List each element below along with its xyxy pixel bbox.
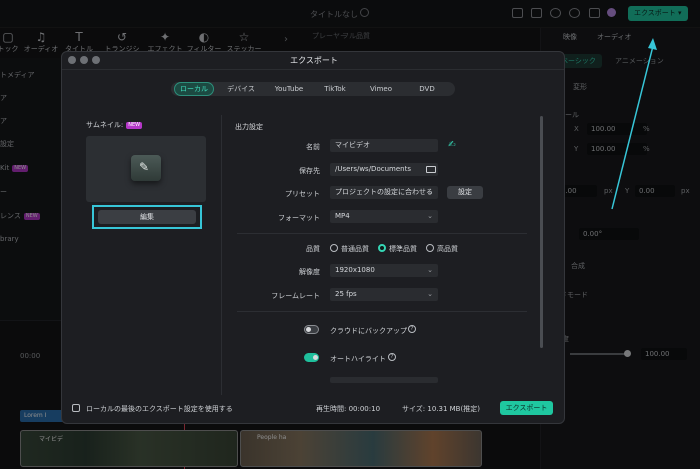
help-icon[interactable]: ? xyxy=(408,325,416,333)
tab-youtube[interactable]: YouTube xyxy=(267,82,311,96)
quality-label: 品質 xyxy=(306,245,320,253)
preset-select[interactable]: プロジェクトの設定に合わせる ⌄ xyxy=(330,186,438,199)
pencil-icon: ✎ xyxy=(139,160,150,174)
cloud-backup-label: クラウドにバックアップ xyxy=(330,327,407,335)
use-last-settings-label[interactable]: ローカルの最後のエクスポート設定を使用する xyxy=(86,404,233,414)
framerate-select[interactable]: 25 fps ⌄ xyxy=(330,288,438,301)
preset-label: プリセット xyxy=(285,190,320,198)
thumbnail-label: サムネイル: NEW xyxy=(86,121,143,129)
name-label: 名前 xyxy=(306,143,320,151)
new-badge: NEW xyxy=(126,121,143,129)
export-destination-tabs: ローカル デバイス YouTube TikTok Vimeo DVD xyxy=(171,82,455,96)
cloud-backup-toggle[interactable] xyxy=(304,325,319,334)
close-icon[interactable] xyxy=(68,56,76,64)
export-button[interactable]: エクスポート xyxy=(500,401,553,415)
name-input[interactable]: マイビデオ xyxy=(330,139,438,152)
folder-icon[interactable] xyxy=(426,166,436,173)
save-location-label: 保存先 xyxy=(299,167,320,175)
minimize-icon[interactable] xyxy=(80,56,88,64)
format-select[interactable]: MP4 ⌄ xyxy=(330,210,438,223)
tab-dvd[interactable]: DVD xyxy=(407,82,447,96)
ai-rename-icon[interactable]: ✍ xyxy=(448,140,456,150)
quality-high-label[interactable]: 高品質 xyxy=(437,244,458,254)
edit-thumbnail-icon: ✎ xyxy=(131,155,161,181)
column-divider xyxy=(221,115,222,395)
settings-scrollbar[interactable] xyxy=(540,116,543,348)
quality-standard-label[interactable]: 標準品質 xyxy=(389,244,417,254)
tab-local[interactable]: ローカル xyxy=(174,82,214,96)
output-settings-title: 出力設定 xyxy=(235,123,263,131)
framerate-label: フレームレート xyxy=(271,292,320,300)
resolution-select[interactable]: 1920x1080 ⌄ xyxy=(330,264,438,277)
dialog-title: エクスポート xyxy=(62,52,564,70)
highlight-frame: 編集 xyxy=(92,205,202,229)
chevron-down-icon: ⌄ xyxy=(427,188,433,196)
quality-normal-radio[interactable] xyxy=(330,244,338,252)
divider xyxy=(237,233,527,234)
save-location-input[interactable]: /Users/ws/Documents xyxy=(330,163,438,176)
auto-highlight-label: オートハイライト xyxy=(330,355,386,363)
quality-standard-radio[interactable] xyxy=(378,244,386,252)
use-last-settings-checkbox[interactable] xyxy=(72,404,80,412)
duration-text: 再生時間: 00:00:10 xyxy=(316,405,381,413)
help-icon[interactable]: ? xyxy=(388,353,396,361)
edit-thumbnail-button[interactable]: 編集 xyxy=(98,210,196,224)
tab-device[interactable]: デバイス xyxy=(221,82,261,96)
divider xyxy=(237,311,527,312)
chevron-down-icon: ⌄ xyxy=(427,266,433,274)
format-label: フォーマット xyxy=(278,214,320,222)
tab-vimeo[interactable]: Vimeo xyxy=(361,82,401,96)
chevron-down-icon: ⌄ xyxy=(427,290,433,298)
tab-tiktok[interactable]: TikTok xyxy=(315,82,355,96)
dialog-footer: ローカルの最後のエクスポート設定を使用する 再生時間: 00:00:10 サイズ… xyxy=(62,397,564,423)
file-size-text: サイズ: 10.31 MB(推定) xyxy=(402,405,480,413)
resolution-label: 解像度 xyxy=(299,268,320,276)
chevron-down-icon: ⌄ xyxy=(427,212,433,220)
quality-normal-label[interactable]: 普通品質 xyxy=(341,244,369,254)
partial-select[interactable] xyxy=(330,377,438,383)
thumbnail-preview: ✎ xyxy=(86,136,206,202)
auto-highlight-toggle[interactable] xyxy=(304,353,319,362)
preset-settings-button[interactable]: 設定 xyxy=(447,186,483,199)
export-dialog: エクスポート ローカル デバイス YouTube TikTok Vimeo DV… xyxy=(61,51,565,424)
zoom-icon[interactable] xyxy=(92,56,100,64)
quality-high-radio[interactable] xyxy=(426,244,434,252)
